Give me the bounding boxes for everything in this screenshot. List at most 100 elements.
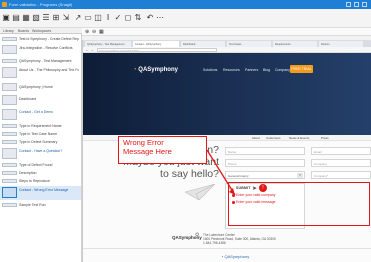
- list-item-label: Sample Test Run: [19, 203, 46, 207]
- list-item-label: Description: [19, 171, 37, 175]
- grid-icon[interactable]: ▦: [99, 29, 104, 35]
- rectangle-tool-icon[interactable]: ▭: [84, 14, 92, 22]
- list-item-label: Type in Requirement Name: [19, 124, 62, 128]
- thumbnail: [2, 59, 17, 63]
- redo-icon[interactable]: ⋯: [156, 14, 164, 22]
- submit-button[interactable]: SUBMIT: [236, 186, 251, 190]
- screen-icon[interactable]: ▦: [22, 14, 30, 22]
- company-required-field[interactable]: Company*: [311, 171, 371, 179]
- nav-partners[interactable]: Partners: [245, 68, 258, 72]
- save-icon[interactable]: ▣: [2, 14, 10, 22]
- name-field[interactable]: Name: [225, 147, 305, 155]
- paper-plane-icon: [185, 184, 215, 200]
- thumbnail: [2, 187, 17, 198]
- thumbnail: [2, 45, 17, 54]
- inquiry-select[interactable]: General Inquiry ▾: [225, 171, 305, 179]
- error-dot-icon: [232, 194, 235, 197]
- thumbnail: [2, 140, 17, 144]
- footer-phone: 1-844-798-4386: [203, 241, 226, 245]
- list-item-label: Type of Defect Found: [19, 163, 53, 167]
- email-field[interactable]: Email: [311, 147, 371, 155]
- tab-workspaces[interactable]: Workspaces: [32, 29, 51, 33]
- canvas-toolbar: ⊕ ⊖ ▦: [82, 28, 371, 36]
- subnav-news[interactable]: News & Events: [289, 136, 309, 140]
- footer-logo[interactable]: ◔ QASymphony: [221, 254, 249, 259]
- footer-address: The Lakeshore Center 1500 Piedmont Road,…: [203, 233, 276, 245]
- callout-text: Message Here: [123, 147, 172, 156]
- thumbnail: [2, 203, 17, 207]
- arrow-tool-icon[interactable]: ↗: [74, 14, 82, 22]
- minimize-button[interactable]: [346, 2, 351, 7]
- list-item-label: Dashboard: [19, 97, 37, 101]
- tab-boards[interactable]: Boards: [18, 29, 29, 33]
- thumbnail: [2, 67, 17, 78]
- annotation-callout: Wrong Error Message Here: [118, 136, 207, 164]
- site-logo[interactable]: ◔ QASymphony: [133, 67, 178, 73]
- heading-line: to say hello?: [160, 168, 219, 180]
- thumbnail: [2, 95, 17, 105]
- list-icon[interactable]: ☰: [42, 14, 50, 22]
- close-button[interactable]: [362, 2, 367, 7]
- subnav-press[interactable]: Press: [321, 136, 329, 140]
- list-item-label: Type in Defect Summary: [19, 140, 58, 144]
- forward-icon[interactable]: →: [90, 47, 94, 52]
- list-item-label: Steps to Reproduce: [19, 179, 50, 183]
- zoom-icon[interactable]: ⊕: [85, 29, 89, 35]
- resize-icon[interactable]: ⇲: [62, 14, 70, 22]
- callout-text: Wrong Error: [123, 138, 164, 147]
- pen-tool-icon[interactable]: ✓: [114, 14, 122, 22]
- library-panel: Library Boards Workspaces Test Id Sympho…: [0, 28, 82, 262]
- title-bar: Form validation - Programs (Snagit): [0, 0, 371, 9]
- list-item-label: Contact - Wrong Error Message: [19, 188, 69, 192]
- nav-resources[interactable]: Resources: [223, 68, 240, 72]
- free-trial-button[interactable]: FREE TRIAL: [290, 65, 313, 73]
- back-icon[interactable]: ←: [85, 47, 89, 52]
- window-title: Form validation - Programs (Snagit): [9, 2, 73, 7]
- footer-divider: [83, 248, 371, 249]
- stamp-tool-icon[interactable]: ◫: [94, 14, 102, 22]
- tab-library[interactable]: Library: [3, 29, 14, 33]
- error-message: Enter your valid message: [236, 200, 276, 204]
- thumbnail: [2, 179, 17, 183]
- undo-icon[interactable]: ↶: [146, 14, 154, 22]
- fit-icon[interactable]: ⊖: [92, 29, 96, 35]
- nav-solutions[interactable]: Solutions: [203, 68, 217, 72]
- print-icon[interactable]: ▤: [12, 14, 20, 22]
- list-item-label: QASymphony - Test Management: [19, 59, 72, 63]
- subnav-customers[interactable]: Customers: [266, 136, 281, 140]
- url-input[interactable]: www.qasymphony.com/contact.html: [97, 48, 217, 52]
- thumbnail: [2, 37, 17, 41]
- inquiry-select-value: General Inquiry: [228, 174, 249, 178]
- list-item-label: Contact - Have a Question?: [19, 149, 63, 153]
- error-dot-icon: [232, 201, 235, 204]
- thumbnail: [2, 83, 17, 91]
- shape-tool-icon[interactable]: ◻: [124, 14, 132, 22]
- crop-icon[interactable]: ⊞: [52, 14, 60, 22]
- company-field[interactable]: Company: [311, 159, 371, 167]
- list-item-label: Test Id Symphony - Create Defect Report: [19, 37, 79, 41]
- text-tool-icon[interactable]: Ⅰ: [104, 14, 112, 22]
- image-icon[interactable]: ▧: [32, 14, 40, 22]
- app-icon: [2, 2, 7, 7]
- send-icon: ➤: [252, 186, 258, 192]
- list-item-label: QASymphony | Home: [19, 85, 53, 89]
- thumbnail: [2, 109, 17, 120]
- library-tabs: Library Boards Workspaces: [0, 28, 82, 34]
- thumbnail: [2, 171, 17, 175]
- browser-tab-strip: QASymphony - Test Management Contact - Q…: [83, 40, 371, 47]
- list-item-label: Jira-Integration - Resolve Conflicts: [19, 46, 73, 50]
- thumbnail: [2, 148, 17, 159]
- nav-company[interactable]: Company: [275, 68, 290, 72]
- subnav-about[interactable]: About: [252, 136, 260, 140]
- phone-field[interactable]: Phone: [225, 159, 305, 167]
- error-message: Enter your valid company: [236, 193, 276, 197]
- list-item-label: Type in Test Case Name: [19, 132, 58, 136]
- maximize-button[interactable]: [354, 2, 359, 7]
- nav-blog[interactable]: Blog: [263, 68, 270, 72]
- location-pin-icon: ⚲: [195, 233, 200, 239]
- move-tool-icon[interactable]: ⇅: [134, 14, 142, 22]
- thumbnail: [2, 163, 17, 167]
- editor-toolbar: ▣ ▤ ▦ ▧ ☰ ⊞ ⇲ ↗ ▭ ◫ Ⅰ ✓ ◻ ⇅ ↶ ⋯: [0, 9, 371, 28]
- list-item-label: Contact - Get a Demo: [19, 110, 54, 114]
- chevron-down-icon: ▾: [297, 173, 303, 178]
